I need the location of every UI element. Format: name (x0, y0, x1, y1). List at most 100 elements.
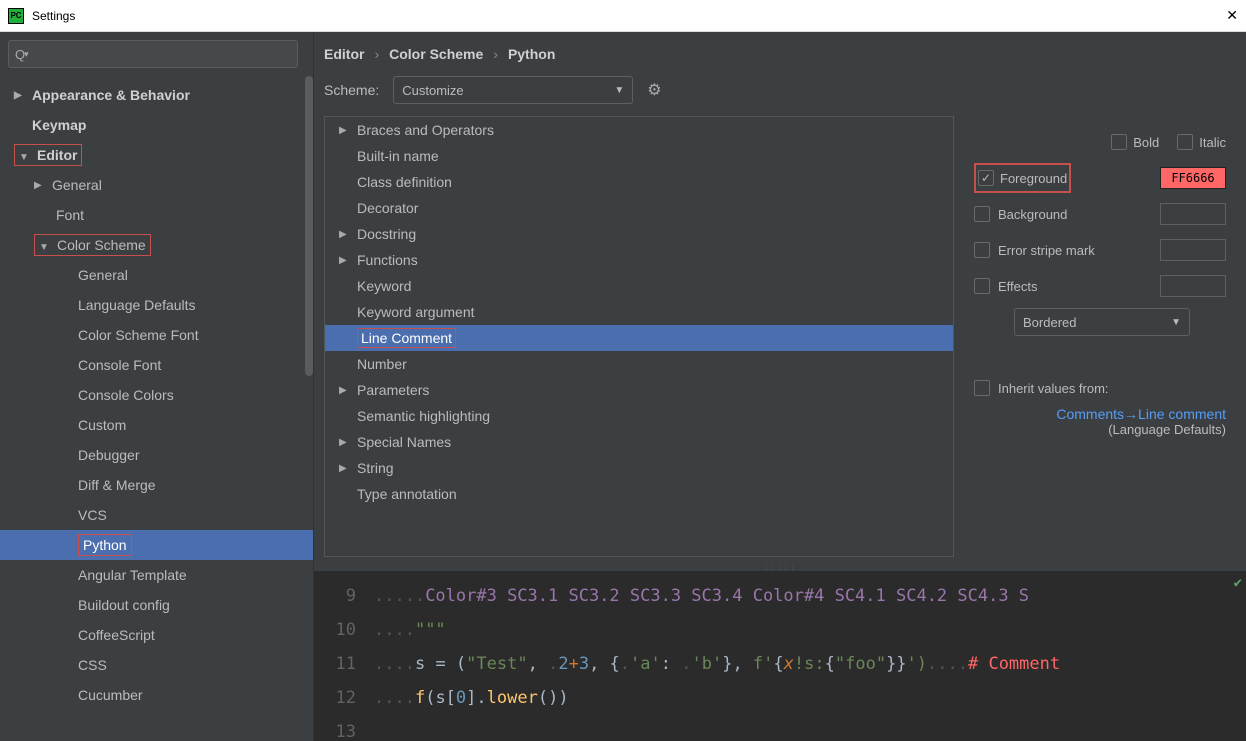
effects-type-dropdown[interactable]: Bordered ▼ (1014, 308, 1190, 336)
attr-string[interactable]: ▶ String (325, 455, 953, 481)
gutter-num: 9 (314, 579, 374, 613)
sidebar-item-label: Color Scheme Font (78, 327, 199, 343)
attr-keyword[interactable]: ▶Keyword (325, 273, 953, 299)
attribute-list[interactable]: ▶Braces and Operators▶Built-in name▶Clas… (324, 116, 954, 557)
sidebar-item-keymap[interactable]: ▶Keymap (0, 110, 313, 140)
background-checkbox[interactable] (974, 206, 990, 222)
inherit-link[interactable]: Comments→Line comment (974, 406, 1226, 422)
sidebar-item-vcs[interactable]: VCS (0, 500, 313, 530)
italic-checkbox[interactable] (1177, 134, 1193, 150)
attr-keyword-argument[interactable]: ▶Keyword argument (325, 299, 953, 325)
chevron-right-icon: ▶ (339, 125, 351, 136)
sidebar-item-label: Appearance & Behavior (32, 87, 190, 103)
sidebar-item-python[interactable]: Python (0, 530, 313, 560)
attr-number[interactable]: ▶Number (325, 351, 953, 377)
preview-text: """ (415, 620, 446, 640)
sidebar-item-label: Cucumber (78, 687, 143, 703)
splitter-handle[interactable]: : : : : : (314, 563, 1246, 571)
sidebar-item-label: VCS (78, 507, 107, 523)
attr-label: Decorator (357, 200, 418, 216)
crumb-editor[interactable]: Editor (324, 46, 364, 62)
sidebar-item-diff-merge[interactable]: Diff & Merge (0, 470, 313, 500)
sidebar-item-buildout-config[interactable]: Buildout config (0, 590, 313, 620)
crumb-color-scheme[interactable]: Color Scheme (389, 46, 483, 62)
sidebar-item-font[interactable]: Font (0, 200, 313, 230)
chevron-down-icon: ▼ (614, 85, 624, 96)
attr-type-annotation[interactable]: ▶Type annotation (325, 481, 953, 507)
comment-preview: # Comment (968, 654, 1060, 674)
sidebar-item-color-scheme[interactable]: ▼ Color Scheme (0, 230, 313, 260)
attr-special-names[interactable]: ▶Special Names (325, 429, 953, 455)
attr-label: String (357, 460, 394, 476)
sidebar-item-general[interactable]: ▶ General (0, 170, 313, 200)
effects-swatch[interactable] (1160, 275, 1226, 297)
attr-label: Type annotation (357, 486, 457, 502)
chevron-right-icon: ▶ (339, 229, 351, 240)
attr-decorator[interactable]: ▶Decorator (325, 195, 953, 221)
sidebar-item-cucumber[interactable]: Cucumber (0, 680, 313, 710)
attr-functions[interactable]: ▶Functions (325, 247, 953, 273)
sidebar-item-css[interactable]: CSS (0, 650, 313, 680)
gear-icon[interactable]: ⚙ (647, 80, 661, 100)
chevron-right-icon: ▶ (339, 463, 351, 474)
inherit-label: Inherit values from: (998, 381, 1109, 396)
sidebar-item-language-defaults[interactable]: Language Defaults (0, 290, 313, 320)
sidebar-item-label: Console Colors (78, 387, 174, 403)
search-input[interactable]: Q▾ (8, 40, 298, 68)
attr-docstring[interactable]: ▶Docstring (325, 221, 953, 247)
foreground-label: Foreground (1000, 171, 1067, 186)
chevron-right-icon: ▶ (339, 385, 351, 396)
foreground-swatch[interactable]: FF6666 (1160, 167, 1226, 189)
sidebar-item-editor[interactable]: ▼Editor (0, 140, 313, 170)
check-icon: ✔ (1234, 575, 1242, 591)
attr-label: Braces and Operators (357, 122, 494, 138)
sidebar-item-label: Custom (78, 417, 126, 433)
sidebar-item-custom[interactable]: Custom (0, 410, 313, 440)
sidebar-item-console-colors[interactable]: Console Colors (0, 380, 313, 410)
sidebar-item-label: General (52, 177, 102, 193)
italic-label: Italic (1199, 135, 1226, 150)
gutter-num: 11 (314, 647, 374, 681)
inherit-checkbox[interactable] (974, 380, 990, 396)
sidebar-item-color-scheme-font[interactable]: Color Scheme Font (0, 320, 313, 350)
attr-parameters[interactable]: ▶Parameters (325, 377, 953, 403)
chevron-right-icon: › (374, 46, 379, 62)
sidebar-item-appearance-behavior[interactable]: ▶ Appearance & Behavior (0, 80, 313, 110)
attr-built-in-name[interactable]: ▶Built-in name (325, 143, 953, 169)
scheme-dropdown[interactable]: Customize ▼ (393, 76, 633, 104)
sidebar-item-label: Color Scheme (57, 237, 146, 253)
gutter-num: 12 (314, 681, 374, 715)
background-swatch[interactable] (1160, 203, 1226, 225)
title-bar: PC Settings ✕ (0, 0, 1246, 32)
settings-tree[interactable]: ▶ Appearance & Behavior ▶Keymap▼Editor ▶ Gen… (0, 76, 313, 741)
error-stripe-checkbox[interactable] (974, 242, 990, 258)
scheme-label: Scheme: (324, 82, 379, 98)
gutter-num: 10 (314, 613, 374, 647)
chevron-right-icon: ▶ (34, 180, 46, 191)
attr-line-comment[interactable]: ▶Line Comment (325, 325, 953, 351)
effects-checkbox[interactable] (974, 278, 990, 294)
attr-label: Keyword argument (357, 304, 475, 320)
chevron-right-icon: ▶ (339, 255, 351, 266)
bold-checkbox[interactable] (1111, 134, 1127, 150)
foreground-checkbox[interactable] (978, 170, 994, 186)
chevron-right-icon: ▶ (14, 90, 26, 101)
error-stripe-swatch[interactable] (1160, 239, 1226, 261)
inherit-sub: (Language Defaults) (974, 422, 1226, 437)
sidebar-item-console-font[interactable]: Console Font (0, 350, 313, 380)
sidebar-item-coffeescript[interactable]: CoffeeScript (0, 620, 313, 650)
close-icon[interactable]: ✕ (1226, 7, 1238, 24)
scrollbar[interactable] (305, 76, 313, 376)
sidebar-item-general[interactable]: General (0, 260, 313, 290)
attr-class-definition[interactable]: ▶Class definition (325, 169, 953, 195)
chevron-right-icon: ▶ (339, 437, 351, 448)
window-title: Settings (32, 9, 75, 23)
attr-semantic-highlighting[interactable]: ▶Semantic highlighting (325, 403, 953, 429)
sidebar-item-angular-template[interactable]: Angular Template (0, 560, 313, 590)
attr-braces-and-operators[interactable]: ▶ Braces and Operators (325, 117, 953, 143)
attr-label: Built-in name (357, 148, 439, 164)
sidebar-item-debugger[interactable]: Debugger (0, 440, 313, 470)
color-properties-panel: Bold Italic Foreground FF6666 (954, 116, 1246, 563)
sidebar-item-label: CoffeeScript (78, 627, 155, 643)
chevron-down-icon: ▼ (39, 242, 51, 253)
